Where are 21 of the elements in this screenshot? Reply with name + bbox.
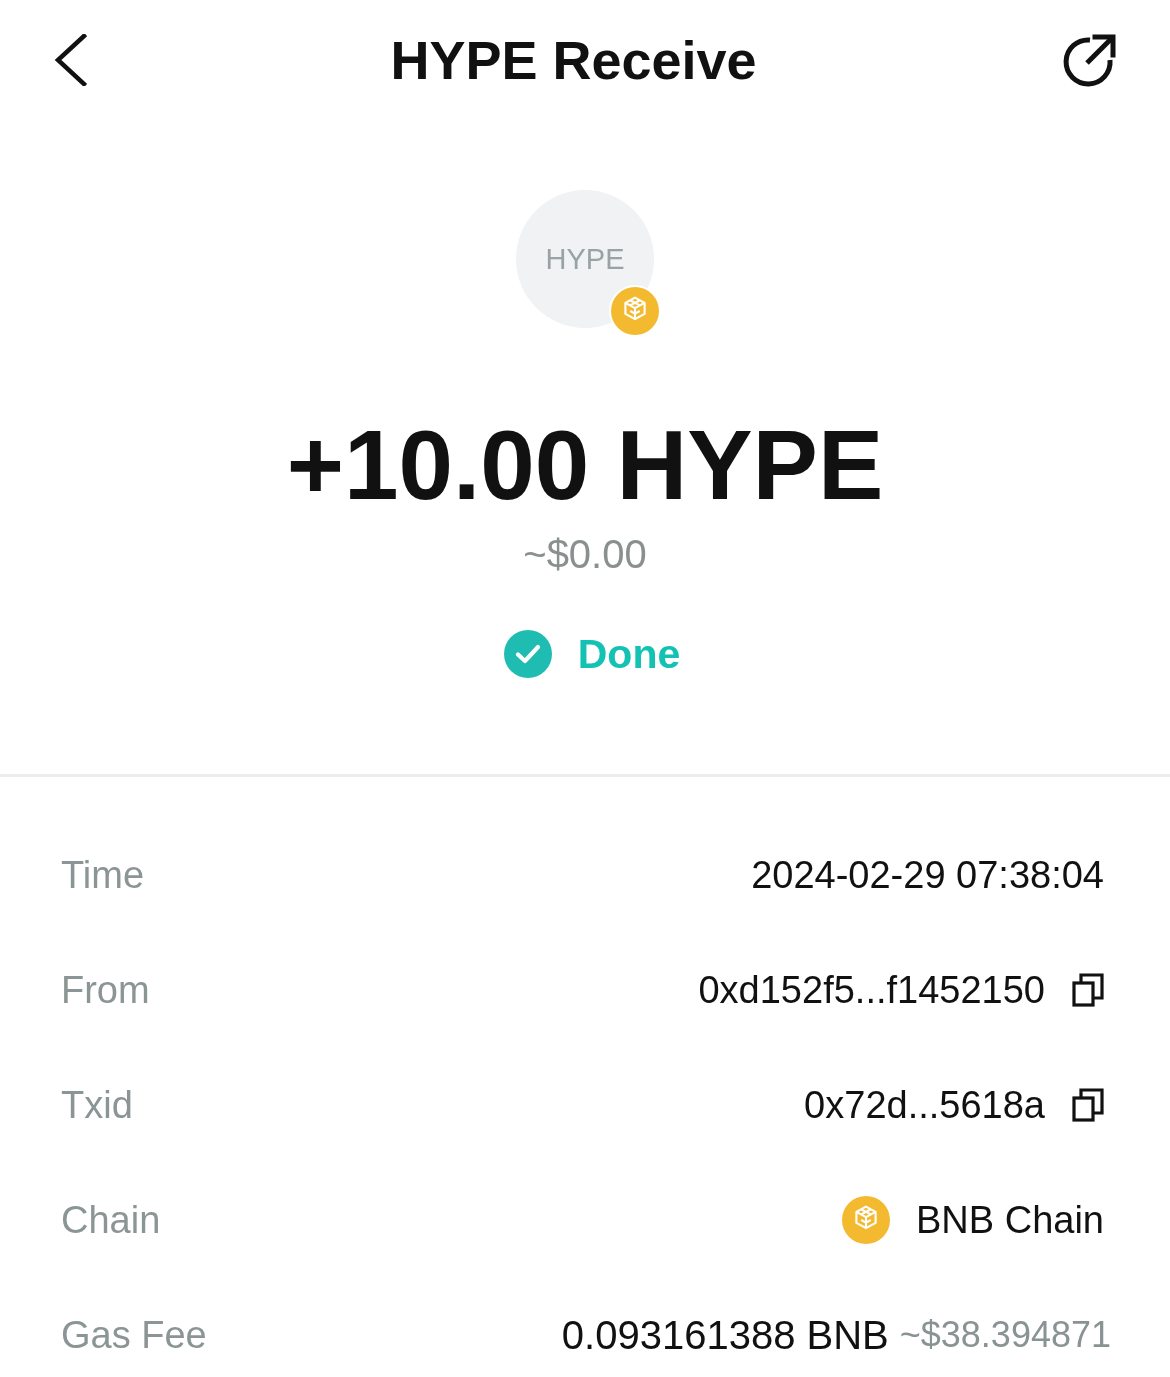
- chain-icon: [842, 1195, 890, 1244]
- detail-value: 0x72d...5618a: [804, 1085, 1045, 1124]
- detail-label: Gas Fee: [61, 1315, 207, 1354]
- detail-label: Chain: [61, 1200, 161, 1239]
- copy-icon[interactable]: [1072, 972, 1104, 1007]
- token-symbol: HYPE: [545, 244, 625, 274]
- status-text: Done: [577, 633, 681, 675]
- detail-label: Txid: [61, 1085, 133, 1124]
- detail-value: BNB Chain: [916, 1200, 1104, 1239]
- fiat-value: ~$0.00: [523, 531, 647, 578]
- detail-label: Time: [61, 855, 145, 894]
- amount-text: +10.00 HYPE: [286, 416, 884, 514]
- page-title: HYPE Receive: [390, 33, 757, 87]
- fee-fiat-value: ~$38.394871: [899, 1316, 1111, 1353]
- back-icon[interactable]: [53, 34, 87, 86]
- copy-icon[interactable]: [1072, 1087, 1104, 1122]
- detail-value: 0xd152f5...f1452150: [698, 970, 1045, 1009]
- detail-value: 2024-02-29 07:38:04: [751, 855, 1104, 894]
- check-icon: [503, 630, 552, 678]
- detail-label: From: [61, 970, 150, 1009]
- detail-value: 0.093161388 BNB: [561, 1314, 889, 1355]
